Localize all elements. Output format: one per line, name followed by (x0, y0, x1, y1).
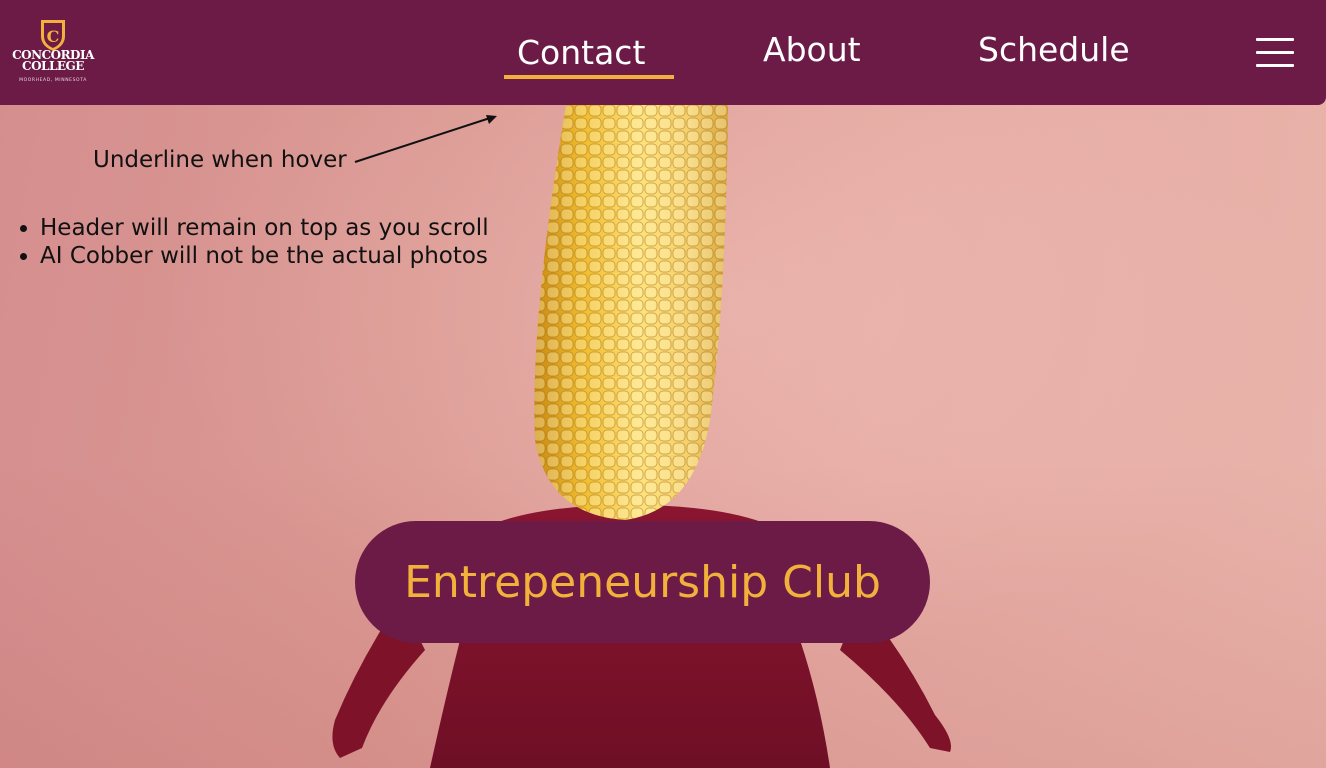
menu-bar (1256, 38, 1294, 41)
design-notes-list: Header will remain on top as you scroll … (18, 214, 489, 270)
hero-photo (332, 105, 951, 768)
hamburger-menu-icon[interactable] (1256, 36, 1294, 70)
concordia-logo[interactable]: C CONCORDIA COLLEGE MOORHEAD, MINNESOTA (8, 18, 98, 86)
nav-contact-link[interactable]: Contact (517, 33, 645, 73)
logo-wordmark: CONCORDIA COLLEGE (8, 49, 98, 73)
menu-bar (1256, 64, 1294, 67)
logo-place: MOORHEAD, MINNESOTA (19, 78, 87, 83)
nav-about-link[interactable]: About (763, 30, 861, 70)
club-title-banner[interactable]: Entrepeneurship Club (355, 521, 930, 643)
nav-hover-underline (504, 75, 674, 79)
nav-schedule-link[interactable]: Schedule (978, 30, 1130, 70)
shield-icon: C (39, 18, 67, 52)
logo-line2: COLLEGE (22, 59, 84, 73)
design-note: Header will remain on top as you scroll (40, 214, 489, 242)
menu-bar (1256, 51, 1294, 54)
design-note: AI Cobber will not be the actual photos (40, 242, 489, 270)
club-title: Entrepeneurship Club (404, 556, 881, 608)
shield-letter: C (47, 27, 60, 46)
site-header: C CONCORDIA COLLEGE MOORHEAD, MINNESOTA … (0, 0, 1326, 105)
hover-annotation: Underline when hover (93, 147, 347, 173)
